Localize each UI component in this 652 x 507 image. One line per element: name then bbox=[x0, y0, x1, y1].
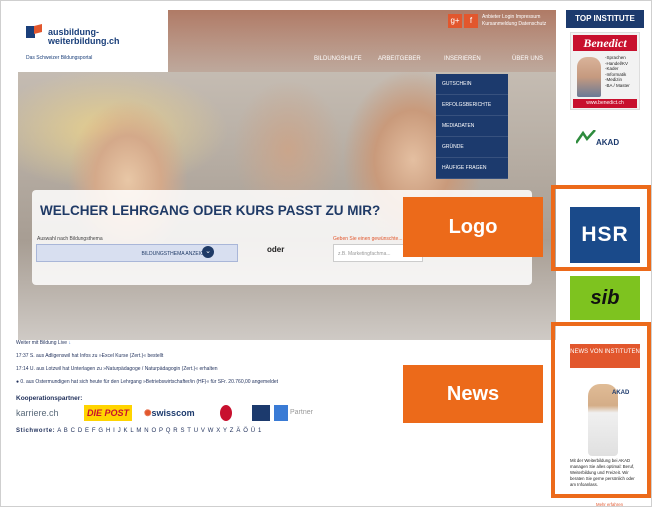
dropdown-item[interactable]: MEDIADATEN bbox=[436, 116, 508, 137]
akad-ad[interactable]: AKAD bbox=[596, 138, 619, 147]
header-bar: ausbildung- weiterbildung.ch Das Schweiz… bbox=[18, 10, 556, 72]
partners-label: Kooperationspartner: bbox=[16, 395, 83, 402]
partner-karriere[interactable]: karriere.ch bbox=[16, 405, 59, 421]
top-institute-heading: TOP INSTITUTE bbox=[566, 10, 644, 28]
dropdown-item[interactable]: HÄUFIGE FRAGEN bbox=[436, 158, 508, 179]
or-label: oder bbox=[267, 245, 285, 254]
partner-red-logo[interactable] bbox=[220, 405, 232, 421]
site-logo[interactable]: ausbildung- weiterbildung.ch Das Schweiz… bbox=[18, 10, 168, 72]
swisscom-logo-icon: ✺ bbox=[144, 408, 152, 418]
news-more-link[interactable]: Mehr erfahren bbox=[596, 502, 623, 507]
dropdown-item[interactable]: GRÜNDE bbox=[436, 137, 508, 158]
benedict-list: -Sprachen -Handel/KV -Kader -Informatik … bbox=[605, 55, 630, 88]
nav-item-inserieren[interactable]: INSERIEREN bbox=[444, 56, 481, 62]
live-entry-text: 0. aus Ostermundigen hat sich heute für … bbox=[20, 379, 279, 385]
keywords-label: Stichworte: bbox=[16, 428, 56, 434]
sib-ad[interactable]: sib bbox=[570, 276, 640, 320]
benedict-person-image bbox=[577, 57, 601, 97]
news-highlight-frame bbox=[551, 322, 651, 498]
logo-highlight-frame bbox=[551, 185, 651, 271]
partner-label[interactable]: Partner bbox=[290, 405, 313, 421]
keywords-row: Stichworte: A B C D E F G H I J K L M N … bbox=[16, 428, 262, 434]
news-overlay-label: News bbox=[403, 365, 543, 423]
partner-post[interactable]: DIE POST bbox=[84, 405, 133, 421]
logo-subtitle: Das Schweizer Bildungsportal bbox=[26, 55, 93, 61]
partner-g-logo[interactable] bbox=[274, 405, 288, 421]
nav-item-arbeitgeber[interactable]: ARBEITGEBER bbox=[378, 56, 421, 62]
logo-line2: weiterbildung.ch bbox=[48, 36, 120, 46]
topic-label: Auswahl nach Bildungsthema bbox=[37, 236, 103, 242]
live-entry[interactable]: ● 0. aus Ostermundigen hat sich heute fü… bbox=[16, 379, 278, 385]
dropdown-item[interactable]: ERFOLGSBERICHTE bbox=[436, 95, 508, 116]
partner-swisscom[interactable]: ✺swisscom bbox=[144, 405, 195, 421]
partner-blue-logo[interactable] bbox=[252, 405, 270, 421]
nav-item-ueber-uns[interactable]: ÜBER UNS bbox=[512, 56, 543, 62]
live-entry[interactable]: 17:14 U. aus Lotzwil hat Unterlagen zu »… bbox=[16, 366, 218, 372]
benedict-ad[interactable]: Benedict -Sprachen -Handel/KV -Kader -In… bbox=[570, 32, 640, 110]
dropdown-item[interactable]: GUTSCHEIN bbox=[436, 74, 508, 95]
google-plus-icon[interactable]: g+ bbox=[448, 14, 462, 28]
course-finder-title: WELCHER LEHRGANG ODER KURS PASST ZU MIR? bbox=[40, 203, 381, 218]
partner-swisscom-label: swisscom bbox=[151, 408, 195, 418]
benedict-url: www.benedict.ch bbox=[573, 99, 637, 108]
live-heading-text: Weiter mit Bildung Live bbox=[16, 340, 68, 346]
benedict-logo: Benedict bbox=[573, 35, 637, 51]
facebook-icon[interactable]: f bbox=[464, 14, 478, 28]
top-links[interactable]: Anbieter Login Impressum Kursanmeldung D… bbox=[482, 14, 556, 28]
live-entry[interactable]: 17:37 S. aus Adligenswil hat Infos zu »E… bbox=[16, 353, 163, 359]
nav-item-bildungshilfe[interactable]: BILDUNGSHILFE bbox=[314, 56, 362, 62]
chevron-down-icon[interactable]: ⌄ bbox=[202, 246, 214, 258]
logo-mark-icon bbox=[26, 24, 42, 38]
logo-text: ausbildung- weiterbildung.ch bbox=[48, 28, 120, 46]
partners-strip: karriere.ch DIE POST ✺swisscom Partner bbox=[16, 405, 316, 425]
info-icon: ↓ bbox=[68, 340, 71, 346]
nav-dropdown: GUTSCHEIN ERFOLGSBERICHTE MEDIADATEN GRÜ… bbox=[436, 74, 508, 179]
live-heading: Weiter mit Bildung Live ↓ bbox=[16, 340, 71, 346]
logo-overlay-label: Logo bbox=[403, 197, 543, 257]
akad-logo-icon bbox=[576, 130, 596, 144]
person-icon: ● bbox=[16, 379, 20, 385]
keywords-letters[interactable]: A B C D E F G H I J K L M N O P Q R S T … bbox=[57, 428, 262, 434]
search-label: Geben Sie einen gewünschte... bbox=[333, 236, 403, 242]
